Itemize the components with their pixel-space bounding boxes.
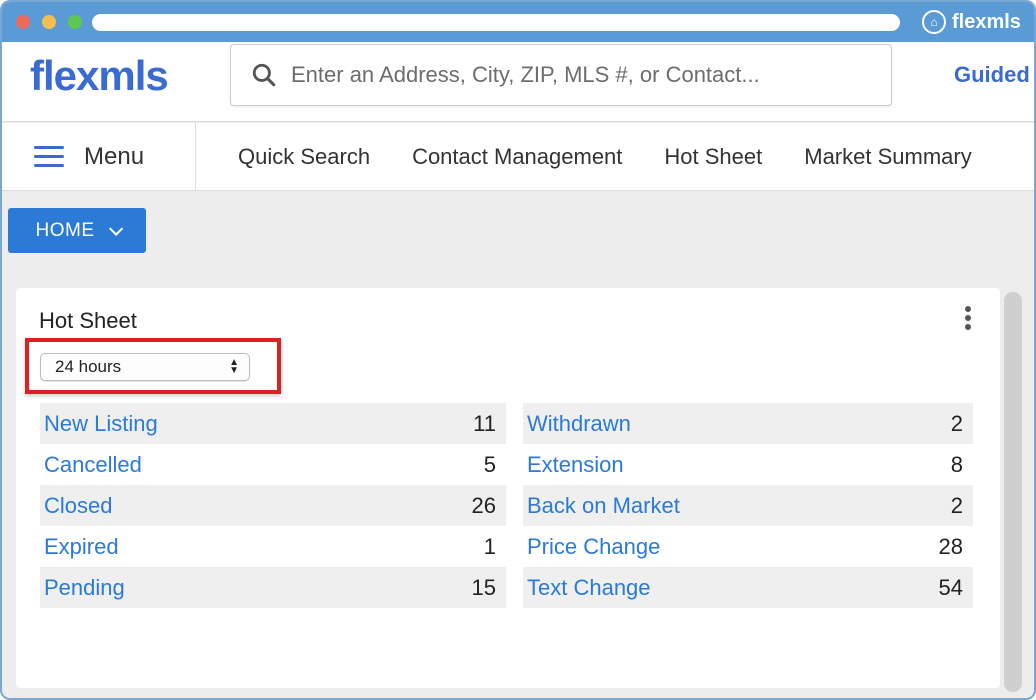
select-arrows-icon: ▲ ▼ xyxy=(229,357,239,376)
status-count: 2 xyxy=(950,410,963,436)
list-item: Pending 15 xyxy=(40,567,506,608)
address-bar[interactable] xyxy=(92,14,900,31)
nav-hot-sheet[interactable]: Hot Sheet xyxy=(664,144,762,170)
close-window-button[interactable] xyxy=(16,15,30,29)
status-count: 15 xyxy=(471,574,496,600)
more-options-icon[interactable] xyxy=(964,306,972,334)
guided-link[interactable]: Guided xyxy=(954,62,1030,88)
status-link-extension[interactable]: Extension xyxy=(527,452,624,478)
hot-sheet-panel: Hot Sheet 24 hours ▲ ▼ New Listing 11 Can… xyxy=(16,288,1000,688)
status-link-back-on-market[interactable]: Back on Market xyxy=(527,493,680,519)
browser-brand: ⌂ flexmls xyxy=(922,8,1021,36)
home-pin-icon: ⌂ xyxy=(922,10,946,34)
main-nav: Menu Quick Search Contact Management Hot… xyxy=(2,123,1034,191)
list-item: Text Change 54 xyxy=(523,567,973,608)
panel-title: Hot Sheet xyxy=(39,308,137,333)
hamburger-icon xyxy=(34,146,64,168)
minimize-window-button[interactable] xyxy=(42,15,56,29)
browser-brand-label: flexmls xyxy=(952,10,1021,33)
home-dropdown-button[interactable]: HOME xyxy=(8,208,146,253)
status-link-price-change[interactable]: Price Change xyxy=(527,534,660,560)
hot-sheet-left-column: New Listing 11 Cancelled 5 Closed 26 Exp… xyxy=(40,403,506,608)
list-item: New Listing 11 xyxy=(40,403,506,444)
maximize-window-button[interactable] xyxy=(68,15,82,29)
search-box[interactable] xyxy=(230,44,892,106)
list-item: Extension 8 xyxy=(523,444,973,485)
status-count: 28 xyxy=(938,533,963,559)
period-select[interactable]: 24 hours ▲ ▼ xyxy=(40,353,250,381)
status-count: 1 xyxy=(483,533,496,559)
search-icon xyxy=(252,63,276,87)
nav-contact-management[interactable]: Contact Management xyxy=(412,144,622,170)
list-item: Closed 26 xyxy=(40,485,506,526)
status-link-expired[interactable]: Expired xyxy=(44,534,119,560)
status-link-pending[interactable]: Pending xyxy=(44,575,125,601)
status-count: 5 xyxy=(483,451,496,477)
nav-market-summary[interactable]: Market Summary xyxy=(804,144,971,170)
status-count: 26 xyxy=(471,492,496,518)
home-button-label: HOME xyxy=(35,219,95,241)
vertical-scrollbar[interactable] xyxy=(1004,292,1022,692)
status-link-cancelled[interactable]: Cancelled xyxy=(44,452,142,478)
menu-button[interactable]: Menu xyxy=(2,123,196,191)
status-link-text-change[interactable]: Text Change xyxy=(527,575,651,601)
chevron-down-icon xyxy=(108,221,123,236)
list-item: Cancelled 5 xyxy=(40,444,506,485)
menu-label: Menu xyxy=(84,143,145,170)
status-link-closed[interactable]: Closed xyxy=(44,493,112,519)
status-count: 11 xyxy=(473,410,496,436)
list-item: Price Change 28 xyxy=(523,526,973,567)
status-link-new-listing[interactable]: New Listing xyxy=(44,411,158,437)
nav-items: Quick Search Contact Management Hot Shee… xyxy=(238,123,972,191)
list-item: Withdrawn 2 xyxy=(523,403,973,444)
list-item: Expired 1 xyxy=(40,526,506,567)
nav-quick-search[interactable]: Quick Search xyxy=(238,144,370,170)
hot-sheet-right-column: Withdrawn 2 Extension 8 Back on Market 2… xyxy=(523,403,973,608)
browser-window: ⌂ flexmls flexmls Guided Menu Quick Sear… xyxy=(0,0,1036,700)
flexmls-logo[interactable]: flexmls xyxy=(30,52,169,100)
browser-titlebar: ⌂ flexmls xyxy=(2,2,1034,42)
status-link-withdrawn[interactable]: Withdrawn xyxy=(527,411,631,437)
home-toolbar: HOME xyxy=(2,192,1034,272)
period-select-value: 24 hours xyxy=(55,357,122,376)
status-count: 8 xyxy=(950,451,963,477)
list-item: Back on Market 2 xyxy=(523,485,973,526)
search-input[interactable] xyxy=(291,55,851,95)
status-count: 2 xyxy=(950,492,963,518)
status-count: 54 xyxy=(938,574,963,600)
app-header: flexmls Guided xyxy=(2,42,1034,122)
